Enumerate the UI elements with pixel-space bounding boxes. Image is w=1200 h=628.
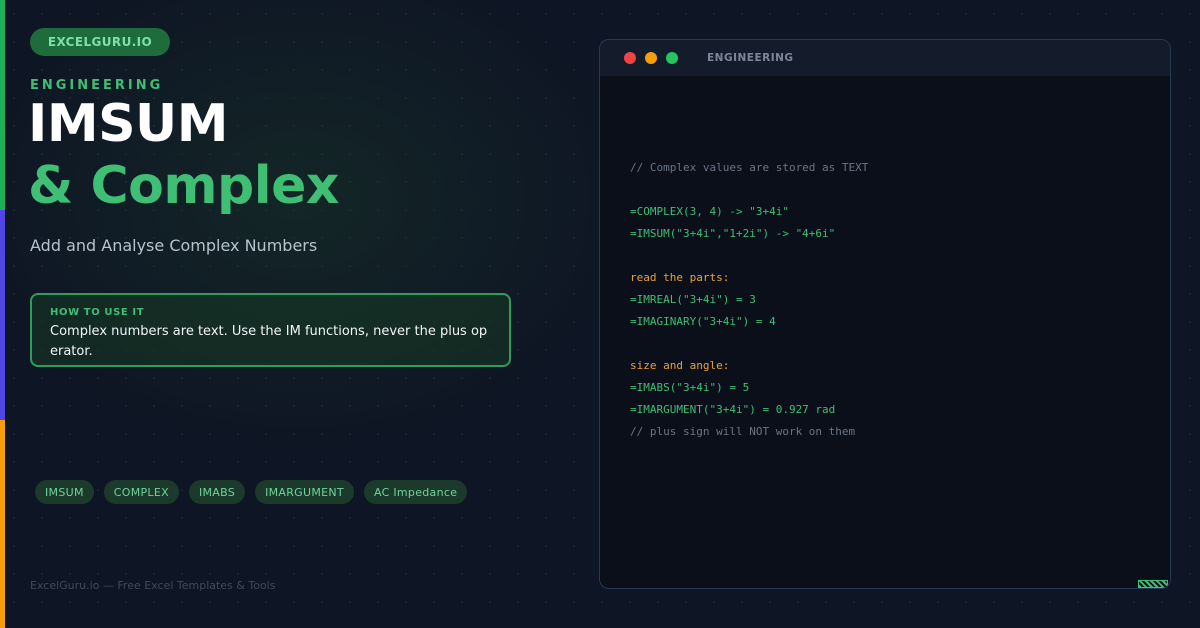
accent-segment-orange [0,420,5,628]
tag-complex: COMPLEX [103,480,179,504]
code-line: // Complex values are stored as TEXT [630,161,869,174]
code-line: =IMREAL("3+4i") = 3 [630,293,756,306]
code-line: =IMAGINARY("3+4i") = 4 [630,315,776,328]
tag-imsum: IMSUM [35,480,94,504]
code-line: size and angle: [630,359,730,372]
tag-ac-impedance: AC Impedance [363,480,468,504]
footer-text: ExcelGuru.io — Free Excel Templates & To… [30,579,276,592]
code-line: =IMARGUMENT("3+4i") = 0.927 rad [630,403,836,416]
tag-imabs: IMABS [188,480,246,504]
minimize-dot-icon [645,52,657,64]
tag-imargument: IMARGUMENT [255,480,354,504]
left-accent-bar [0,0,5,628]
usage-tip-box: HOW TO USE IT Complex numbers are text. … [30,293,511,367]
brand-badge: EXCELGURU.IO [30,28,170,56]
window-title: ENGINEERING [707,52,794,64]
accent-segment-green [0,0,5,210]
page-subtitle: Add and Analyse Complex Numbers [30,236,318,255]
code-line: =COMPLEX(3, 4) -> "3+4i" [630,205,789,218]
window-title-bar: ENGINEERING [600,40,1170,76]
code-block: // Complex values are stored as TEXT =CO… [630,157,868,443]
corner-stamp-icon [1138,580,1168,588]
code-line: =IMABS("3+4i") = 5 [630,381,750,394]
code-line: read the parts: [630,271,730,284]
maximize-dot-icon [666,52,678,64]
code-line: =IMSUM("3+4i","1+2i") -> "4+6i" [630,227,836,240]
tip-text: Complex numbers are text. Use the IM fun… [50,324,488,359]
page-title: IMSUM [28,94,229,154]
tip-heading: HOW TO USE IT [50,307,145,318]
accent-segment-blue [0,210,5,420]
code-line: // plus sign will NOT work on them [630,425,856,438]
category-label: ENGINEERING [30,78,164,93]
close-dot-icon [624,52,636,64]
code-window: ENGINEERING // Complex values are stored… [599,39,1171,589]
page-title-accent: & Complex [28,156,339,216]
tag-list: IMSUM COMPLEX IMABS IMARGUMENT AC Impeda… [35,480,468,504]
